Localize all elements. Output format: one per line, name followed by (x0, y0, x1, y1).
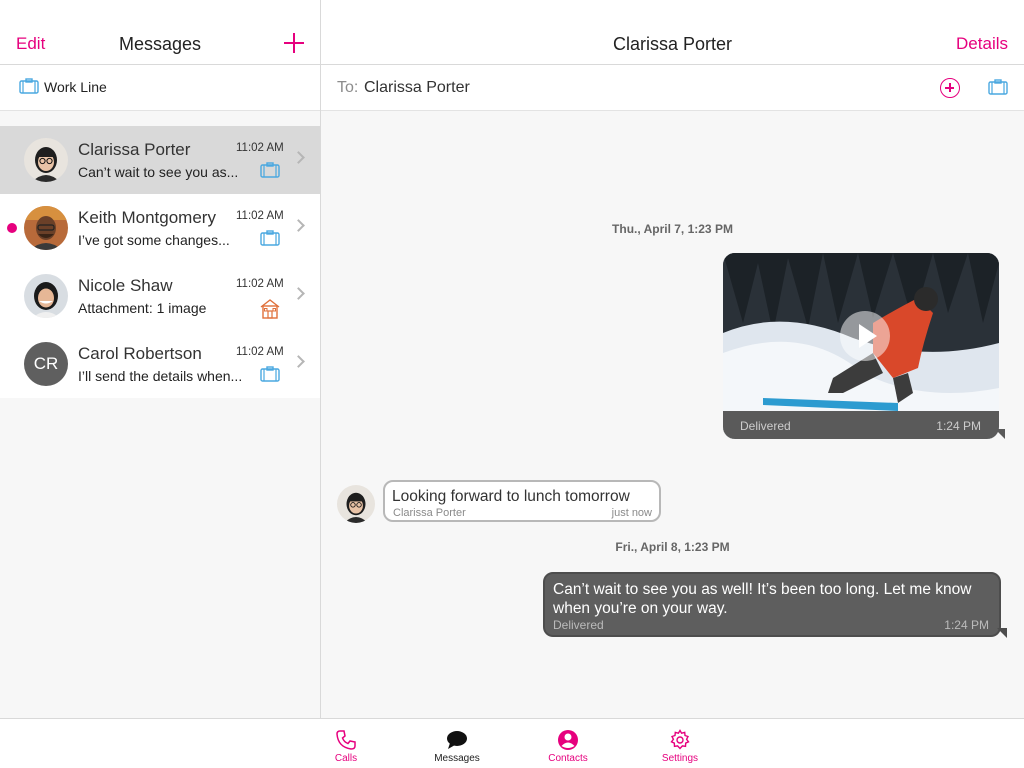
chevron-right-icon (292, 355, 305, 368)
contact-name: Carol Robertson (78, 344, 202, 363)
message-text: Looking forward to lunch tomorrow (392, 488, 630, 505)
chevron-right-icon (292, 151, 305, 164)
conversation-row[interactable]: Clarissa Porter 11:02 AM Can’t wait to s… (0, 126, 320, 194)
message-time: 11:02 AM (236, 346, 284, 358)
conversation-list-panel: Edit Messages Work Line Clarissa Porter … (0, 0, 321, 718)
home-icon (260, 298, 280, 325)
conversation-title: Clarissa Porter (612, 34, 733, 54)
recipient-field[interactable]: Clarissa Porter (364, 79, 470, 97)
avatar (24, 206, 68, 250)
message-time: 11:02 AM (236, 142, 284, 154)
unread-indicator (7, 223, 17, 233)
message-text: Can’t wait to see you as well! It’s been… (553, 581, 972, 617)
conversation-panel: Clarissa Porter Details To: Clarissa Por… (321, 0, 1024, 718)
tab-label: Contacts (548, 753, 588, 764)
briefcase-icon (260, 162, 280, 183)
sender-name: Clarissa Porter (393, 507, 466, 519)
add-recipient-icon[interactable] (940, 78, 960, 98)
avatar (24, 138, 68, 182)
contact-icon (557, 729, 579, 751)
bubble-tail (997, 628, 1007, 638)
date-separator: Fri., April 8, 1:23 PM (615, 540, 730, 554)
outgoing-message-bubble[interactable]: Can’t wait to see you as well! It’s been… (543, 572, 1001, 637)
chevron-right-icon (292, 219, 305, 232)
briefcase-icon (260, 366, 280, 387)
tab-bar: Calls Messages Contacts Settings (0, 718, 1024, 768)
tab-messages[interactable]: Messages (417, 719, 497, 768)
message-preview: Can’t wait to see you as... (78, 164, 239, 180)
gear-icon (669, 729, 691, 751)
message-preview: Attachment: 1 image (78, 300, 207, 316)
conversation-row[interactable]: Nicole Shaw 11:02 AM Attachment: 1 image (0, 262, 320, 330)
message-time: just now (611, 507, 652, 519)
tab-label: Settings (661, 753, 699, 764)
chevron-right-icon (292, 287, 305, 300)
avatar (337, 485, 375, 523)
messages-header: Edit Messages (0, 0, 320, 65)
avatar-initials: CR (24, 342, 68, 386)
tab-contacts[interactable]: Contacts (528, 719, 608, 768)
details-button[interactable]: Details (956, 34, 1008, 54)
briefcase-icon (19, 78, 39, 99)
avatar (24, 274, 68, 318)
page-title: Messages (118, 34, 202, 54)
recipient-row: To: Clarissa Porter (321, 65, 1024, 111)
message-time: 1:24 PM (936, 419, 981, 433)
message-time: 1:24 PM (944, 618, 989, 632)
conversation-list: Clarissa Porter 11:02 AM Can’t wait to s… (0, 126, 320, 398)
conversation-header: Clarissa Porter Details (321, 0, 1024, 65)
message-preview: I’ll send the details when... (78, 368, 243, 384)
tab-calls[interactable]: Calls (306, 719, 386, 768)
video-message-bubble[interactable]: Delivered 1:24 PM (723, 253, 999, 439)
incoming-message-bubble[interactable]: Looking forward to lunch tomorrow Claris… (383, 480, 661, 522)
line-selector[interactable]: Work Line (0, 65, 320, 111)
video-status-bar: Delivered 1:24 PM (723, 411, 999, 439)
briefcase-icon (260, 230, 280, 251)
delivery-status: Delivered (740, 419, 791, 433)
conversation-row[interactable]: Keith Montgomery 11:02 AM I’ve got some … (0, 194, 320, 262)
delivery-status: Delivered (553, 618, 604, 632)
message-preview: I’ve got some changes... (78, 232, 230, 248)
contact-name: Keith Montgomery (78, 208, 216, 227)
message-time: 11:02 AM (236, 278, 284, 290)
line-name: Work Line (44, 79, 107, 95)
contact-name: Clarissa Porter (78, 140, 191, 159)
contact-name: Nicole Shaw (78, 276, 173, 295)
briefcase-icon[interactable] (988, 79, 1008, 100)
phone-icon (335, 729, 357, 751)
play-icon[interactable] (840, 311, 890, 361)
to-label: To: (337, 79, 359, 96)
new-message-plus-icon[interactable] (284, 33, 304, 53)
tab-label: Calls (334, 753, 358, 764)
conversation-row[interactable]: CR Carol Robertson 11:02 AM I’ll send th… (0, 330, 320, 398)
message-time: 11:02 AM (236, 210, 284, 222)
tab-settings[interactable]: Settings (640, 719, 720, 768)
bubble-tail (995, 429, 1005, 439)
date-separator: Thu., April 7, 1:23 PM (612, 222, 733, 236)
tab-label: Messages (434, 753, 480, 764)
chat-bubble-icon (446, 729, 468, 751)
